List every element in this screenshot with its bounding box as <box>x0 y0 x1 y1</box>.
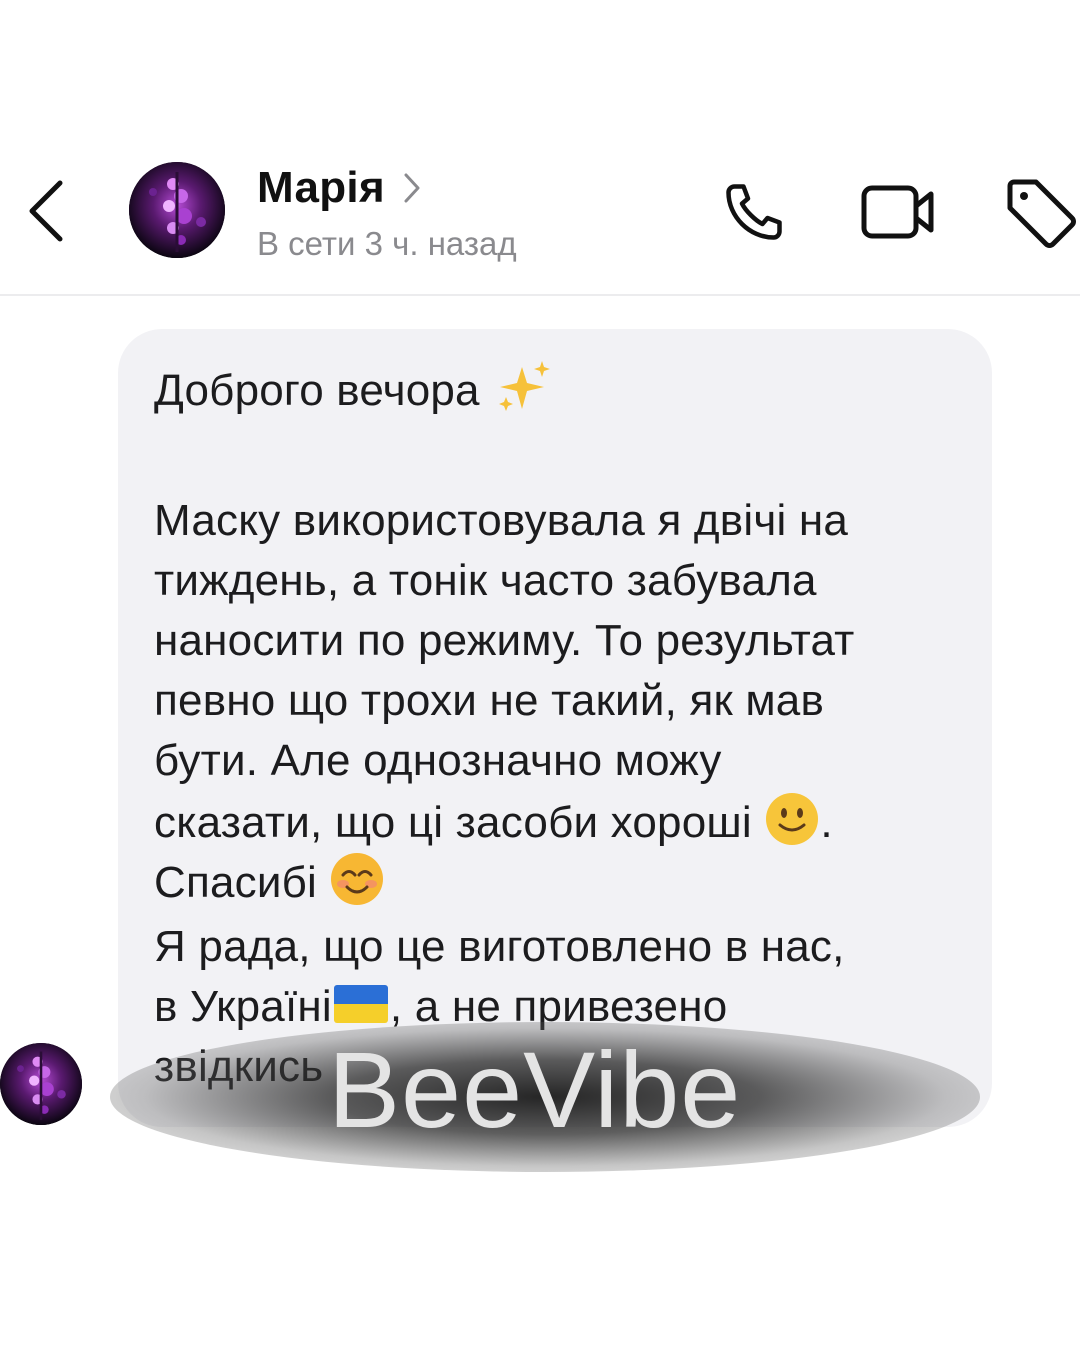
contact-status: В сети 3 ч. назад <box>257 225 517 262</box>
contact-avatar[interactable] <box>129 162 225 258</box>
contact-name: Марія <box>257 163 385 212</box>
message-line: Я рада, що це виготовлено в нас, <box>154 922 845 971</box>
message-line: тиждень, а тонік часто забувала <box>154 556 817 605</box>
tag-button[interactable] <box>1000 170 1080 254</box>
message-line: в Україні , а не привезено <box>154 977 727 1037</box>
phone-icon <box>726 184 782 240</box>
call-button[interactable] <box>712 170 796 254</box>
message-line: Доброго вечора <box>154 359 554 431</box>
message-line: певно що трохи не такий, як мав <box>154 676 825 725</box>
video-call-button[interactable] <box>856 172 940 252</box>
sparkles-emoji <box>492 359 554 431</box>
avatar-image <box>129 162 225 258</box>
chevron-right-icon <box>403 172 421 204</box>
message-line: Спасибі <box>154 851 385 923</box>
back-button[interactable] <box>18 175 74 247</box>
slightly-smiling-face-emoji <box>764 791 820 863</box>
message-text: сказати, що ці засоби хороші <box>154 798 752 847</box>
message-text: в Україні <box>154 982 332 1031</box>
chat-header: Марія В сети 3 ч. назад <box>0 130 1080 296</box>
message-text: . <box>820 798 833 847</box>
smiling-face-with-smiling-eyes-emoji <box>329 851 385 923</box>
contact-name-link[interactable]: Марія <box>257 163 421 213</box>
chevron-left-icon <box>29 180 63 242</box>
message-text: Доброго вечора <box>154 366 480 415</box>
sender-avatar[interactable] <box>0 1043 82 1125</box>
ukraine-flag-emoji <box>333 985 388 1023</box>
message-line: Маску використовувала я двічі на <box>154 496 849 545</box>
message-line: звідкись <box>154 1042 324 1091</box>
message-text: , а не привезено <box>389 982 728 1031</box>
message-line: наносити по режиму. То результат <box>154 616 855 665</box>
video-camera-icon <box>861 185 934 239</box>
avatar-image <box>0 1043 82 1125</box>
tag-icon <box>1007 179 1076 248</box>
message-text: Спасибі <box>154 858 318 907</box>
message-bubble[interactable]: Доброго вечора Маску використовувала я д… <box>118 329 992 1127</box>
message-line: бути. Але однозначно можу <box>154 736 722 785</box>
